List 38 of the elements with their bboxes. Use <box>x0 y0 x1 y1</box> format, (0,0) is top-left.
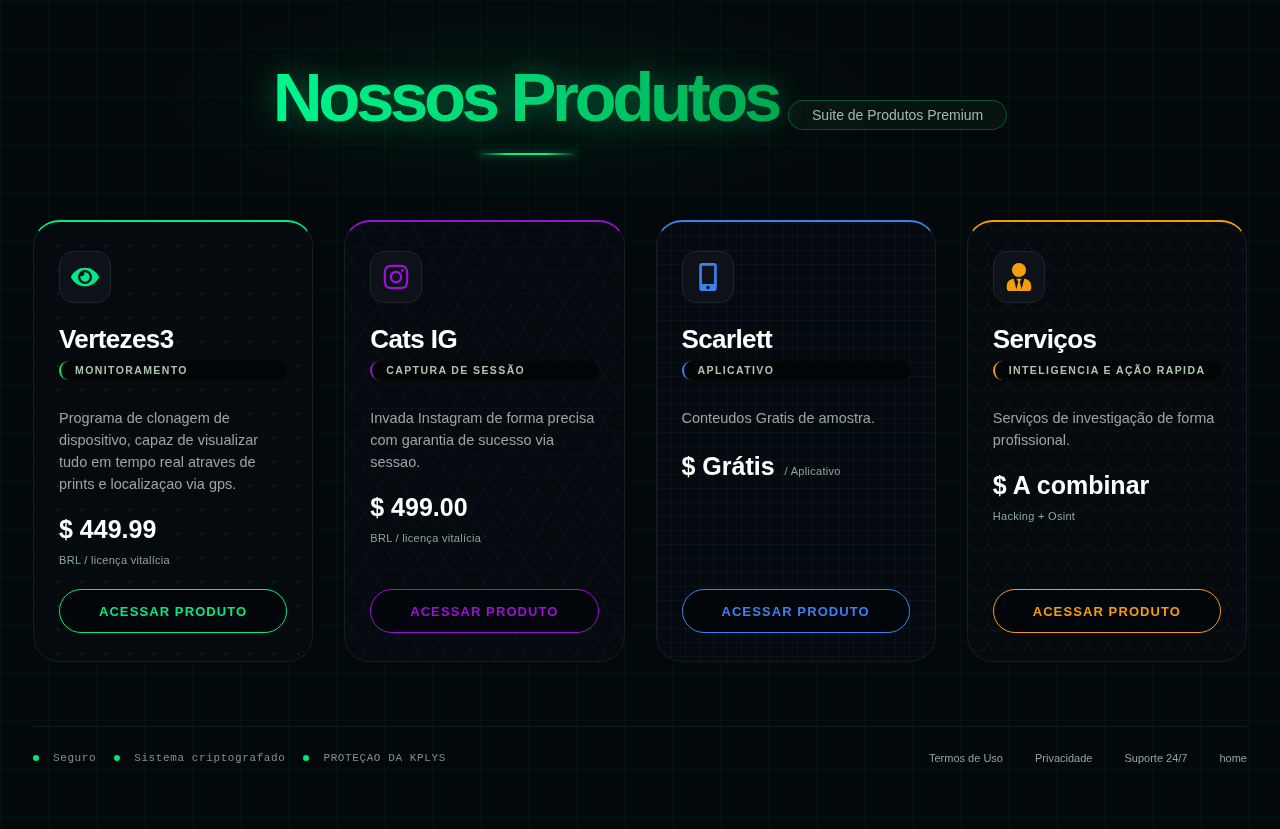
product-name: Cats IG <box>370 324 459 354</box>
status-label: Seguro <box>53 752 97 764</box>
category-tag: CAPTURA DE SESSÃO <box>370 361 599 380</box>
footer-link[interactable]: home <box>1219 752 1247 764</box>
category-tag: APLICATIVO <box>681 361 910 380</box>
product-price: $ 499.00 <box>370 492 468 522</box>
product-price: $ Grátis <box>681 451 775 481</box>
status-label: Sistema criptografado <box>134 752 286 764</box>
product-name: Vertezes3 <box>59 324 175 354</box>
product-price: $ A combinar <box>992 470 1150 500</box>
price-note: Hacking + Osint <box>992 509 1077 523</box>
product-description: Invada Instagram de forma precisa com garantia de sucesso via sessao. <box>370 409 596 472</box>
access-product-button[interactable]: ACESSAR PRODUTO <box>992 589 1221 633</box>
product-name: Serviços <box>992 324 1098 354</box>
footer-link[interactable]: Termos de Uso <box>929 752 1003 764</box>
subtitle-badge: Suite de Produtos Premium <box>788 100 1008 130</box>
eye-icon <box>59 251 111 303</box>
footer-link[interactable]: Privacidade <box>1035 752 1093 764</box>
camera-icon <box>370 251 423 303</box>
status-dot-icon <box>33 755 39 761</box>
product-description: Programa de clonagem de dispositivo, capaz de visualizar tudo em tempo real atraves de prints e localizaçao via gps. <box>59 409 260 494</box>
product-name: Scarlett <box>681 324 774 354</box>
status-dot-icon <box>114 755 121 761</box>
category-tag: MONITORAMENTO <box>59 361 288 380</box>
access-product-button[interactable]: ACESSAR PRODUTO <box>59 589 288 633</box>
product-description: Conteudos Gratis de amostra. <box>681 409 876 428</box>
status-label: PROTEÇAO DA KPLYS <box>323 752 446 764</box>
product-price: $ 449.99 <box>59 514 157 544</box>
smartphone-icon <box>681 251 734 303</box>
person-icon <box>992 251 1045 303</box>
price-note: / Aplicativo <box>784 464 841 478</box>
footer-link[interactable]: Suporte 24/7 <box>1124 752 1188 764</box>
status-dot-icon <box>303 755 310 761</box>
access-product-button[interactable]: ACESSAR PRODUTO <box>681 589 910 633</box>
category-tag: INTELIGENCIA E AÇÃO RAPIDA <box>992 361 1221 380</box>
price-note: BRL / licença vitalícia <box>370 531 483 545</box>
product-description: Serviços de investigação de forma profissional. <box>992 409 1216 450</box>
price-note: BRL / licença vitalícia <box>59 553 172 567</box>
